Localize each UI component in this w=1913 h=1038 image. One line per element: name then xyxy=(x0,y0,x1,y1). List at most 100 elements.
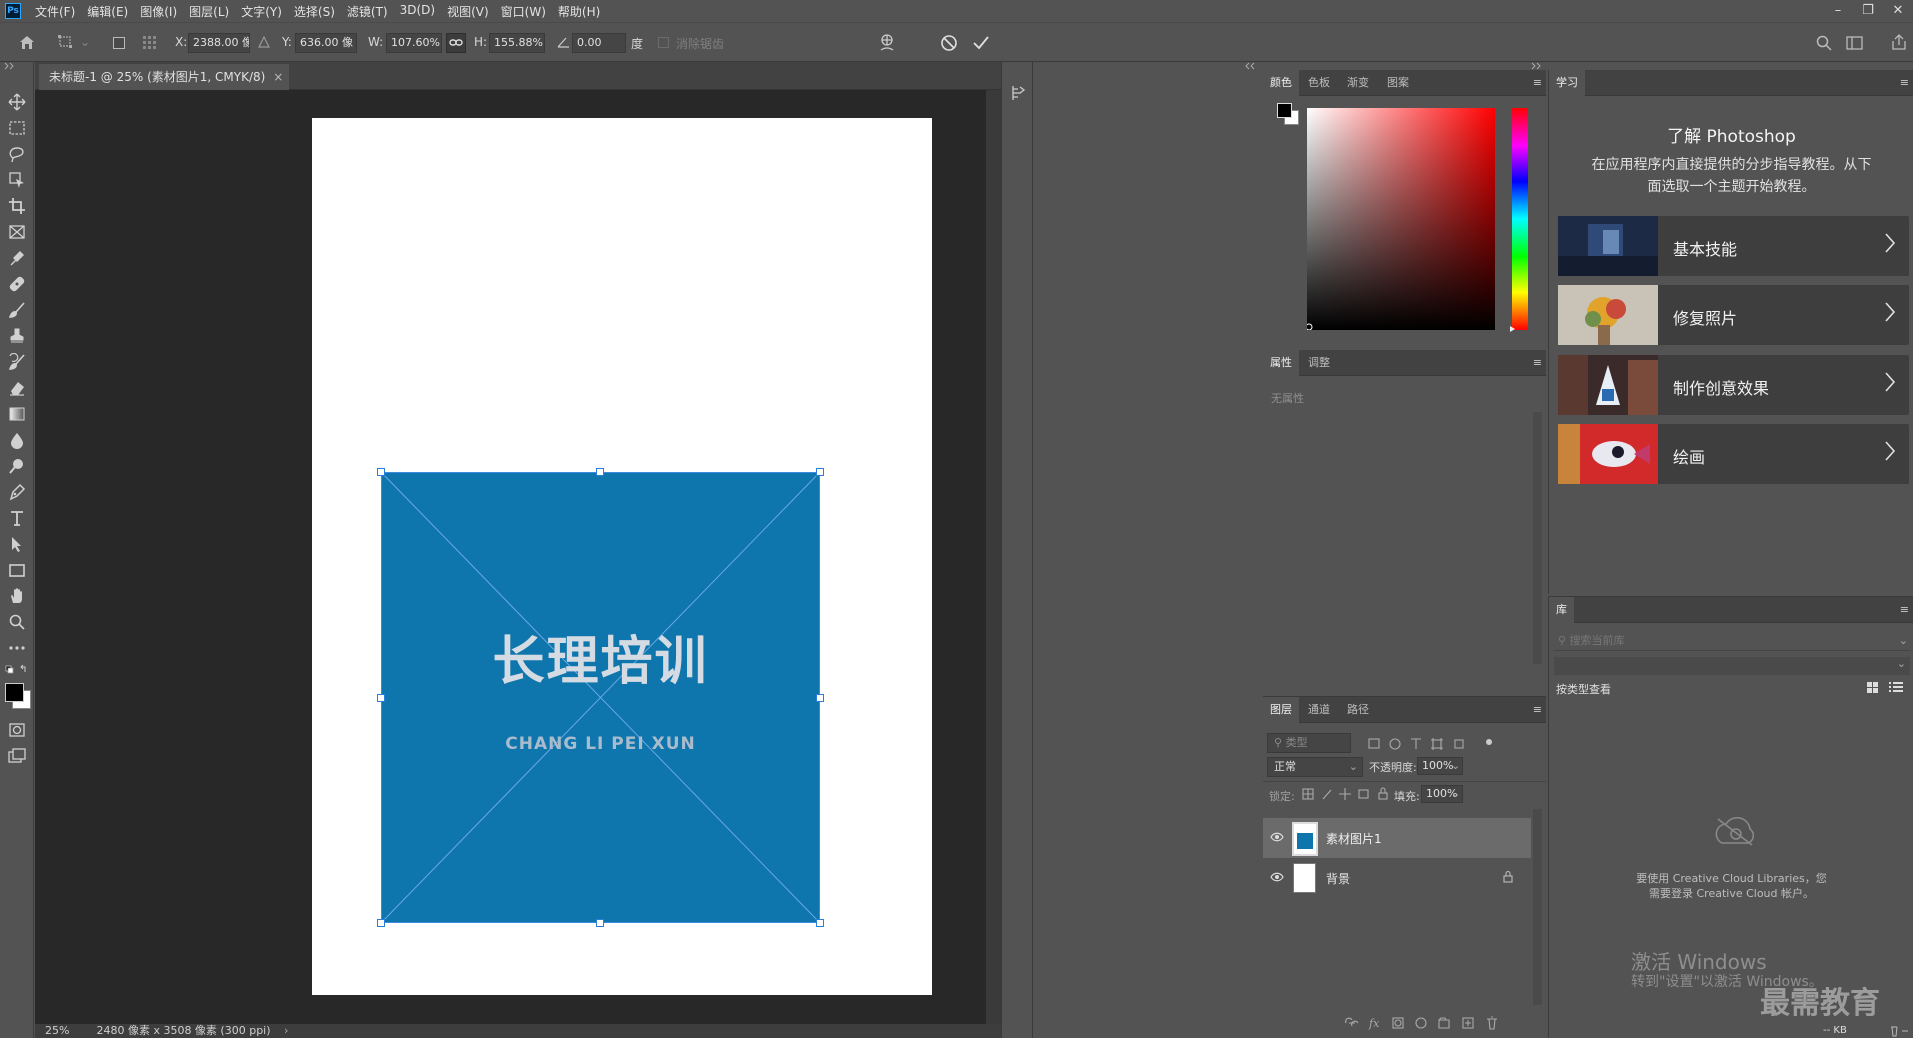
home-icon[interactable] xyxy=(18,34,36,50)
eye-icon[interactable] xyxy=(1270,832,1284,842)
commit-transform-icon[interactable] xyxy=(972,34,990,52)
share-icon[interactable] xyxy=(1890,33,1908,51)
close-tab-icon[interactable]: × xyxy=(273,64,283,90)
quick-mask-icon[interactable] xyxy=(8,721,26,739)
view-by-type-button[interactable]: 按类型查看 xyxy=(1556,681,1611,697)
restore-icon[interactable]: ❐ xyxy=(1853,0,1883,22)
layer-action-icons[interactable]: fx xyxy=(1343,1015,1543,1031)
zoom-tool-icon[interactable] xyxy=(8,613,26,631)
layer-row-selected[interactable]: 素材图片1 xyxy=(1263,818,1531,858)
menu-layer[interactable]: 图层(L) xyxy=(183,3,235,20)
transform-handle-bottom-left[interactable] xyxy=(377,919,385,927)
menu-select[interactable]: 选择(S) xyxy=(288,3,341,20)
tab-learn[interactable]: 学习 xyxy=(1549,70,1585,96)
layer-filter-dropdown[interactable]: ⚲ 类型 xyxy=(1267,733,1351,753)
transform-handle-top-left[interactable] xyxy=(377,468,385,476)
transform-handle-bottom-right[interactable] xyxy=(816,919,824,927)
document-tab[interactable]: 未标题-1 @ 25% (素材图片1, CMYK/8) × xyxy=(39,64,290,90)
height-scale-field[interactable]: 155.88% xyxy=(489,33,545,53)
panel-menu-icon[interactable]: ≡ xyxy=(1900,604,1909,615)
type-tool-icon[interactable] xyxy=(8,509,26,527)
move-tool-icon[interactable] xyxy=(8,93,26,111)
panel-menu-icon[interactable]: ≡ xyxy=(1533,704,1542,715)
frame-tool-icon[interactable] xyxy=(8,223,26,241)
view-toggle-icons[interactable] xyxy=(1867,682,1907,694)
panel-menu-icon[interactable]: ≡ xyxy=(1900,77,1909,88)
layer-name[interactable]: 背景 xyxy=(1326,870,1350,887)
tab-paths[interactable]: 路径 xyxy=(1340,697,1376,723)
menu-help[interactable]: 帮助(H) xyxy=(552,3,606,20)
layer-row-background[interactable]: 背景 xyxy=(1263,858,1531,898)
menu-window[interactable]: 窗口(W) xyxy=(495,3,552,20)
layer-filter-icons[interactable] xyxy=(1367,737,1517,751)
rotation-angle-field[interactable]: 0.00 xyxy=(572,33,626,53)
tab-gradients[interactable]: 渐变 xyxy=(1340,70,1376,96)
collapse-arrows-icon[interactable] xyxy=(3,62,19,70)
menu-view[interactable]: 视图(V) xyxy=(441,3,495,20)
properties-scrollbar[interactable] xyxy=(1533,412,1542,664)
fill-chevron-icon[interactable]: ⌄ xyxy=(1451,787,1460,800)
hue-slider[interactable] xyxy=(1510,108,1530,334)
zoom-level[interactable]: 25% xyxy=(45,1024,69,1037)
path-selection-tool-icon[interactable] xyxy=(8,535,26,553)
menu-file[interactable]: 文件(F) xyxy=(29,3,81,20)
library-action-icons[interactable] xyxy=(1888,1025,1910,1037)
lasso-tool-icon[interactable] xyxy=(8,145,26,163)
width-scale-field[interactable]: 107.60% xyxy=(386,33,442,53)
panel-menu-icon[interactable]: ≡ xyxy=(1533,77,1542,88)
collapse-panels-icon[interactable] xyxy=(1244,62,1256,70)
transform-handle-top-right[interactable] xyxy=(816,468,824,476)
tab-adjustments[interactable]: 调整 xyxy=(1301,350,1337,376)
library-search-field[interactable]: ⚲ 搜索当前库 ⌄ xyxy=(1554,631,1910,651)
transform-handle-top[interactable] xyxy=(596,468,604,476)
object-selection-tool-icon[interactable] xyxy=(8,171,26,189)
x-position-field[interactable]: 2388.00 像 xyxy=(188,33,250,53)
search-icon[interactable] xyxy=(1816,35,1832,51)
status-arrow-icon[interactable]: › xyxy=(284,1024,288,1037)
screen-mode-icon[interactable] xyxy=(8,747,26,765)
learn-card-basic-skills[interactable]: 基本技能 xyxy=(1558,216,1909,276)
transform-icon[interactable] xyxy=(58,35,74,49)
learn-card-creative-effects[interactable]: 制作创意效果 xyxy=(1558,355,1909,415)
tab-color[interactable]: 颜色 xyxy=(1263,70,1299,96)
brush-tool-icon[interactable] xyxy=(8,301,26,319)
learn-card-repair-photos[interactable]: 修复照片 xyxy=(1558,285,1909,345)
history-brush-tool-icon[interactable] xyxy=(8,353,26,371)
reference-point-icon[interactable] xyxy=(142,35,158,51)
pen-tool-icon[interactable] xyxy=(8,483,26,501)
learn-card-painting[interactable]: 绘画 xyxy=(1558,424,1909,484)
dropdown-arrow-icon[interactable]: ⌄ xyxy=(80,35,90,49)
delta-icon[interactable] xyxy=(258,36,270,48)
crop-tool-icon[interactable] xyxy=(8,197,26,215)
eyedropper-tool-icon[interactable] xyxy=(8,249,26,267)
reference-point-checkbox[interactable] xyxy=(113,37,125,49)
library-select[interactable]: ⌄ xyxy=(1554,657,1910,675)
menu-edit[interactable]: 编辑(E) xyxy=(81,3,134,20)
clone-stamp-tool-icon[interactable] xyxy=(8,327,26,345)
tab-patterns[interactable]: 图案 xyxy=(1380,70,1416,96)
more-tools-icon[interactable] xyxy=(8,639,26,657)
menu-3d[interactable]: 3D(D) xyxy=(394,3,441,20)
layers-scrollbar[interactable] xyxy=(1533,809,1542,1005)
tab-libraries[interactable]: 库 xyxy=(1549,597,1574,623)
minimize-icon[interactable]: – xyxy=(1823,0,1853,22)
swap-colors-icon[interactable] xyxy=(5,664,29,676)
menu-filter[interactable]: 滤镜(T) xyxy=(341,3,394,20)
photoshop-logo[interactable]: Ps xyxy=(5,3,21,19)
tab-layers[interactable]: 图层 xyxy=(1263,697,1299,723)
panel-menu-icon[interactable]: ≡ xyxy=(1533,357,1542,368)
expand-panels-icon[interactable] xyxy=(1530,62,1542,70)
y-position-field[interactable]: 636.00 像 xyxy=(295,33,357,53)
blend-mode-select[interactable]: 正常 ⌄ xyxy=(1267,757,1363,777)
menu-image[interactable]: 图像(I) xyxy=(134,3,183,20)
blur-tool-icon[interactable] xyxy=(8,431,26,449)
color-field[interactable] xyxy=(1307,108,1495,330)
rectangle-tool-icon[interactable] xyxy=(8,561,26,579)
transform-handle-right[interactable] xyxy=(816,694,824,702)
vertical-scrollbar[interactable] xyxy=(986,90,1001,1024)
tab-channels[interactable]: 通道 xyxy=(1301,697,1337,723)
workspace-icon[interactable] xyxy=(1846,35,1864,51)
dodge-tool-icon[interactable] xyxy=(8,457,26,475)
gradient-tool-icon[interactable] xyxy=(8,405,26,423)
lock-icons[interactable] xyxy=(1301,787,1389,801)
